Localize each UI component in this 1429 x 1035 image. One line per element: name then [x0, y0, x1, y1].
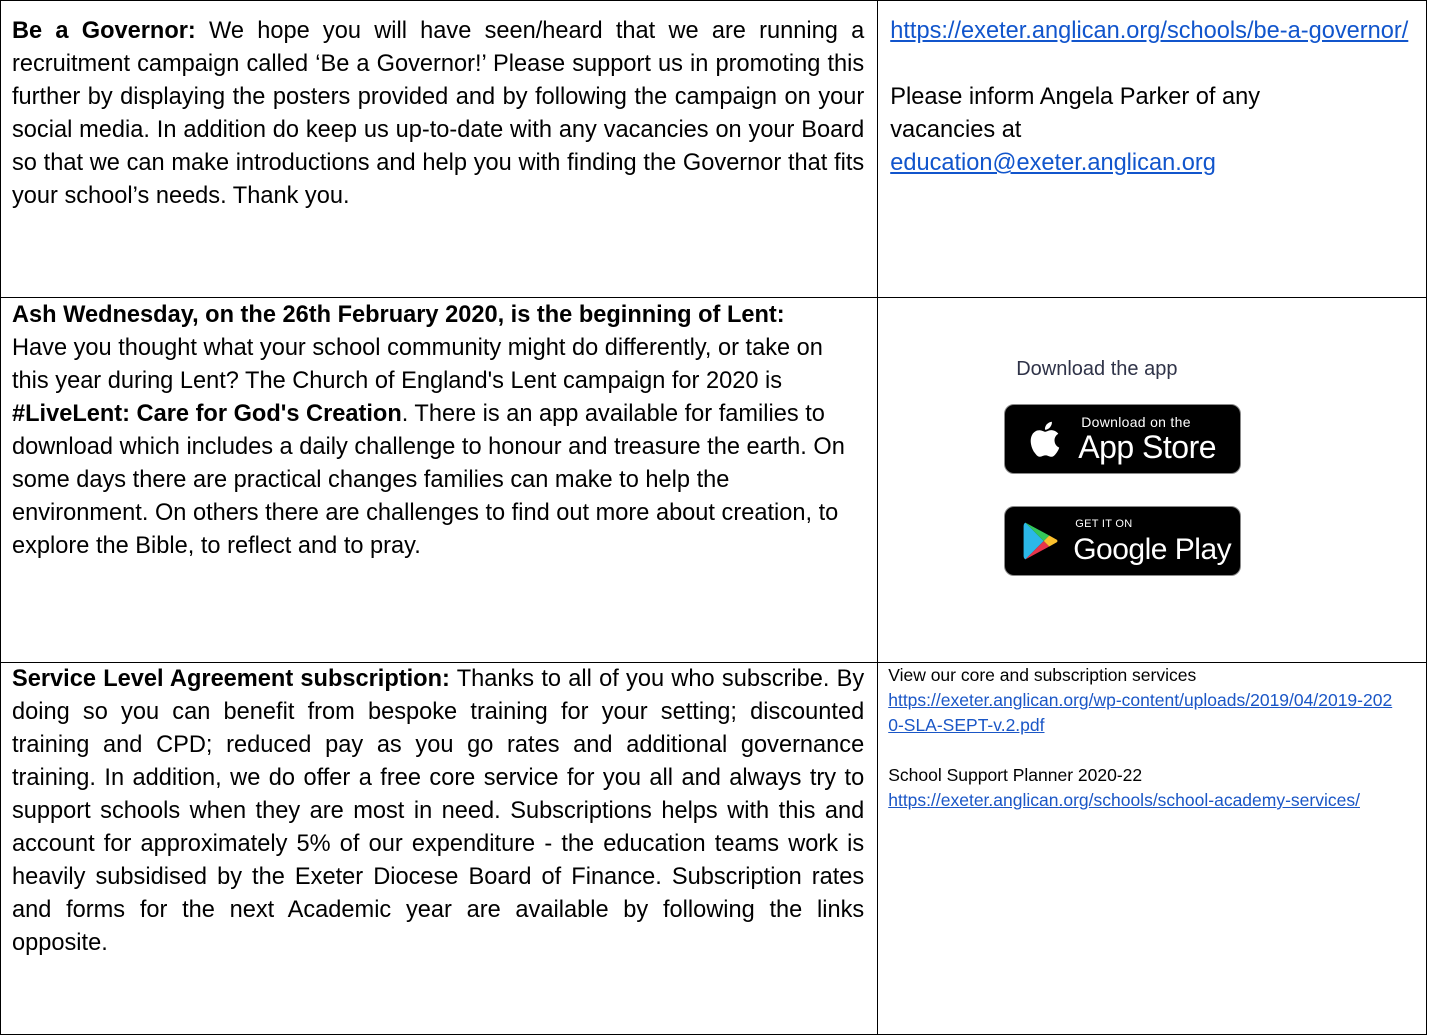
row-sla-subscription: Service Level Agreement subscription: Th… [0, 662, 1427, 1035]
governor-body: We hope you will have seen/heard that we… [12, 18, 865, 209]
support-planner-label: School Support Planner 2020-22 [888, 765, 1143, 785]
core-services-label: View our core and subscription services [888, 665, 1197, 685]
app-store-badge[interactable]: Download on the App Store [1004, 404, 1242, 474]
cell-governor-links: https://exeter.anglican.org/schools/be-a… [877, 0, 1427, 298]
cell-app-download: Download the app Download on the App Sto… [877, 297, 1427, 663]
school-academy-services-link[interactable]: https://exeter.anglican.org/schools/scho… [888, 788, 1378, 813]
cell-sla-text: Service Level Agreement subscription: Th… [0, 662, 879, 1035]
sla-pdf-link[interactable]: https://exeter.anglican.org/wp-content/u… [888, 688, 1398, 738]
cell-governor-text: Be a Governor: We hope you will have see… [0, 0, 879, 298]
app-store-name: App Store [1078, 429, 1217, 465]
google-play-top-text: GET IT ON [1075, 518, 1133, 530]
google-play-badge[interactable]: GET IT ON Google Play [1004, 506, 1242, 576]
vacancy-note: Please inform Angela Parker of any vacan… [890, 84, 1261, 143]
download-app-title: Download the app [1016, 358, 1178, 380]
google-play-icon [1023, 522, 1058, 560]
newsletter-table: Be a Governor: We hope you will have see… [0, 0, 1427, 1035]
app-store-top-text: Download on the [1081, 414, 1191, 430]
google-play-name: Google Play [1073, 533, 1232, 566]
sla-heading: Service Level Agreement subscription: [12, 666, 450, 692]
lent-heading: Ash Wednesday, on the 26th February 2020… [12, 302, 785, 328]
be-a-governor-link[interactable]: https://exeter.anglican.org/schools/be-a… [890, 18, 1408, 44]
governor-heading: Be a Governor: [12, 18, 196, 44]
governor-paragraph: Be a Governor: We hope you will have see… [1, 1, 877, 213]
sla-body: Thanks to all of you who subscribe. By d… [12, 666, 865, 956]
cell-sla-links: View our core and subscription services … [877, 662, 1427, 1035]
lent-body-a: Have you thought what your school commun… [12, 335, 823, 394]
apple-icon [1030, 421, 1060, 457]
lent-paragraph: Ash Wednesday, on the 26th February 2020… [1, 298, 877, 563]
sla-paragraph: Service Level Agreement subscription: Th… [1, 663, 877, 960]
cell-lent-text: Ash Wednesday, on the 26th February 2020… [0, 297, 879, 663]
livelent-campaign: #LiveLent: Care for God's Creation [12, 401, 402, 427]
row-ash-wednesday: Ash Wednesday, on the 26th February 2020… [0, 297, 1427, 663]
education-email-link[interactable]: education@exeter.anglican.org [890, 150, 1216, 176]
row-be-a-governor: Be a Governor: We hope you will have see… [0, 0, 1427, 298]
